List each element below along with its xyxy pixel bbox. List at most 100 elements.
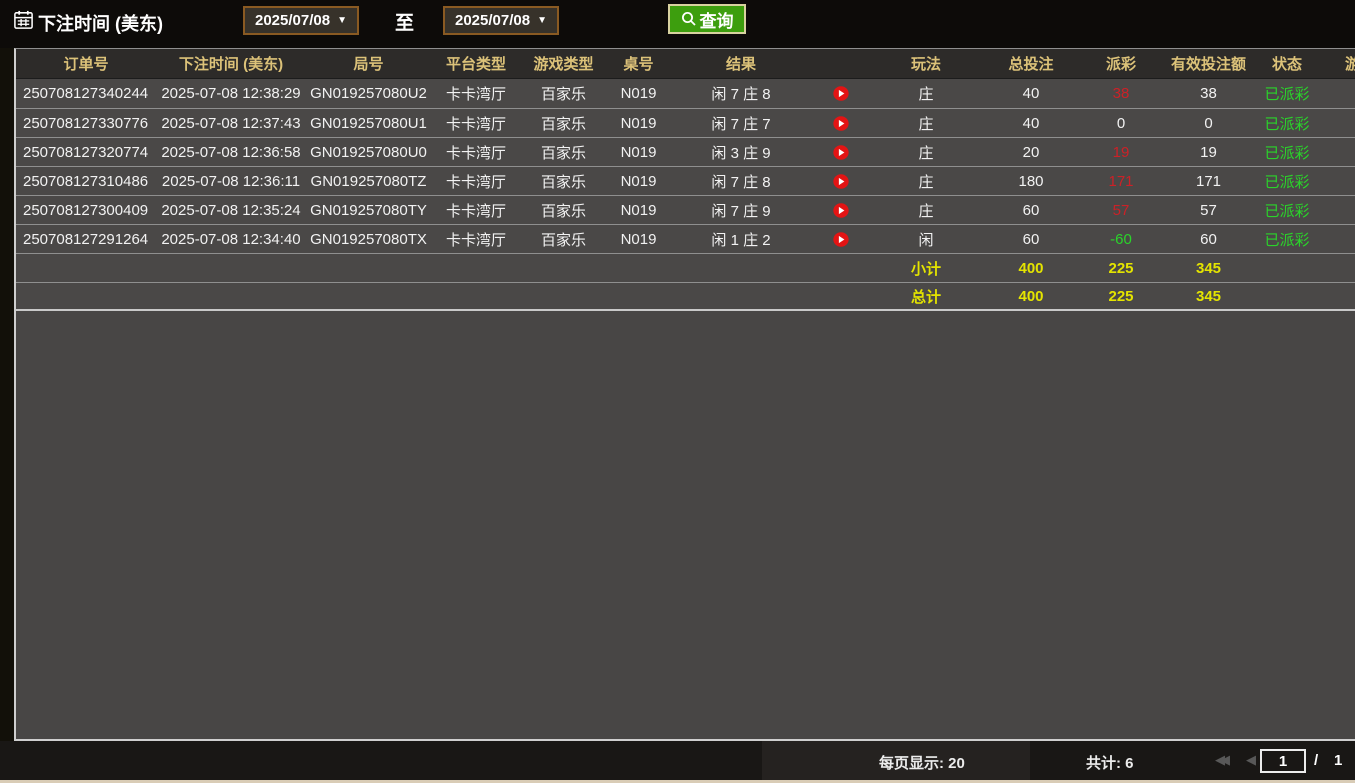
cell-play: 庄 [871,137,981,166]
filter-bar: 下注时间 (美东) 2025/07/08 ▼ 至 2025/07/08 ▼ 查询 [0,0,1355,48]
cell-game-type: 百家乐 [521,108,606,137]
cell-table-no: N019 [606,166,671,195]
total-pages-label: 1 [1334,752,1342,769]
col-game-cutoff: 游 [1318,49,1355,79]
cell-table-no: N019 [606,224,671,253]
col-replay [811,49,871,79]
cell-platform: 卡卡湾厅 [431,195,521,224]
cell-payout: 57 [1081,195,1161,224]
col-platform: 平台类型 [431,49,521,79]
cell-result: 闲 7 庄 9 [671,195,811,224]
play-icon[interactable] [832,115,850,132]
cell-round-id: GN019257080U1 [306,108,431,137]
cell-round-id: GN019257080TX [306,224,431,253]
bet-records-table: 订单号 下注时间 (美东) 局号 平台类型 游戏类型 桌号 结果 玩法 总投注 … [14,48,1355,741]
cell-play: 庄 [871,195,981,224]
subtotal-total-bet: 400 [981,253,1081,282]
chevron-down-icon: ▼ [537,15,547,26]
pagination-bar: 每页显示: 20 共计: 6 ◀◀ ◀ / 1 [0,741,1355,780]
cell-round-id: GN019257080TY [306,195,431,224]
date-to-value: 2025/07/08 [455,12,530,29]
cell-play: 庄 [871,108,981,137]
page-number-input[interactable] [1260,749,1306,773]
cell-result: 闲 7 庄 8 [671,79,811,108]
play-icon[interactable] [832,231,850,248]
grand-total-row: 总计 400 225 345 [16,282,1355,311]
cell-play: 庄 [871,79,981,108]
col-game-type: 游戏类型 [521,49,606,79]
cell-game-type: 百家乐 [521,224,606,253]
cell-total-bet: 60 [981,195,1081,224]
status-badge: 已派彩 [1256,137,1318,166]
cell-replay [811,79,871,108]
cell-bet-time: 2025-07-08 12:36:11 [156,166,306,195]
col-round-id: 局号 [306,49,431,79]
cell-game [1318,79,1355,108]
cell-game [1318,108,1355,137]
prev-page-icon[interactable]: ◀ [1246,753,1256,766]
query-button[interactable]: 查询 [668,4,746,34]
cell-play: 闲 [871,224,981,253]
cell-order-id: 250708127300409 [16,195,156,224]
cell-replay [811,224,871,253]
grand-total-valid-bet: 345 [1161,282,1256,311]
cell-bet-time: 2025-07-08 12:36:58 [156,137,306,166]
subtotal-row: 小计 400 225 345 [16,253,1355,282]
bet-time-filter-label: 下注时间 (美东) [38,10,163,36]
date-to-select[interactable]: 2025/07/08 ▼ [443,6,559,35]
cell-game [1318,166,1355,195]
grand-total-total-bet: 400 [981,282,1081,311]
cell-valid-bet: 171 [1161,166,1256,195]
date-from-select[interactable]: 2025/07/08 ▼ [243,6,359,35]
table-row: 250708127320774 2025-07-08 12:36:58 GN01… [16,137,1355,166]
cell-platform: 卡卡湾厅 [431,166,521,195]
cell-game [1318,137,1355,166]
cell-platform: 卡卡湾厅 [431,108,521,137]
cell-order-id: 250708127291264 [16,224,156,253]
play-icon[interactable] [832,85,850,102]
search-icon [681,11,697,27]
cell-platform: 卡卡湾厅 [431,79,521,108]
subtotal-label: 小计 [871,253,981,282]
first-page-icon[interactable]: ◀◀ [1215,753,1225,766]
cell-order-id: 250708127320774 [16,137,156,166]
cell-table-no: N019 [606,137,671,166]
col-total-bet: 总投注 [981,49,1081,79]
grand-total-label: 总计 [871,282,981,311]
cell-result: 闲 1 庄 2 [671,224,811,253]
date-from-value: 2025/07/08 [255,12,330,29]
cell-bet-time: 2025-07-08 12:34:40 [156,224,306,253]
col-valid-bet: 有效投注额 [1161,49,1256,79]
cell-game-type: 百家乐 [521,166,606,195]
play-icon[interactable] [832,202,850,219]
cell-order-id: 250708127330776 [16,108,156,137]
play-icon[interactable] [832,173,850,190]
play-icon[interactable] [832,144,850,161]
cell-replay [811,195,871,224]
col-payout: 派彩 [1081,49,1161,79]
cell-play: 庄 [871,166,981,195]
cell-valid-bet: 57 [1161,195,1256,224]
cell-replay [811,166,871,195]
table-row: 250708127310486 2025-07-08 12:36:11 GN01… [16,166,1355,195]
cell-platform: 卡卡湾厅 [431,224,521,253]
cell-round-id: GN019257080U2 [306,79,431,108]
cell-game-type: 百家乐 [521,137,606,166]
cell-round-id: GN019257080U0 [306,137,431,166]
table-row: 250708127291264 2025-07-08 12:34:40 GN01… [16,224,1355,253]
col-result: 结果 [671,49,811,79]
status-badge: 已派彩 [1256,108,1318,137]
cell-valid-bet: 0 [1161,108,1256,137]
cell-game-type: 百家乐 [521,79,606,108]
status-badge: 已派彩 [1256,195,1318,224]
cell-game [1318,224,1355,253]
col-status: 状态 [1256,49,1318,79]
col-order-id: 订单号 [16,49,156,79]
cell-valid-bet: 38 [1161,79,1256,108]
cell-total-bet: 40 [981,79,1081,108]
cell-total-bet: 20 [981,137,1081,166]
date-range-to-label: 至 [395,8,414,35]
cell-order-id: 250708127310486 [16,166,156,195]
cell-replay [811,137,871,166]
cell-game-type: 百家乐 [521,195,606,224]
